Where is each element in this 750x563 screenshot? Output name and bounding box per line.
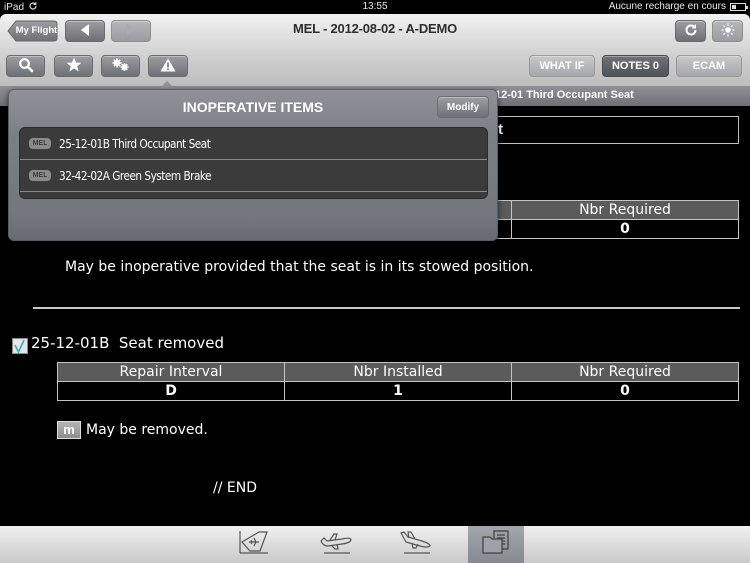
tab-takeoff[interactable] — [308, 526, 364, 563]
list-item-label: 32-42-02A Green System Brake — [59, 168, 212, 183]
list-item[interactable]: MEL 32-42-02A Green System Brake — [20, 160, 487, 192]
item-description: May be inoperative provided that the sea… — [65, 259, 534, 275]
top-toolbar: My Flight MEL - 2012-08-02 - A-DEMO WHAT… — [0, 14, 750, 86]
table-header-nbr-required: Nbr Required — [511, 362, 739, 382]
list-item-label: 25-12-01B Third Occupant Seat — [59, 136, 211, 151]
section-divider — [33, 307, 740, 309]
table-header-repair-interval: Repair Interval — [57, 362, 285, 382]
gears-icon — [112, 58, 130, 75]
section-header-title: 12-01 Third Occupant Seat — [495, 89, 634, 101]
sub-item-row: 25-12-01B Seat removed — [12, 332, 224, 354]
mel-tag: MEL — [29, 170, 51, 181]
list-item[interactable]: MEL 25-12-01B Third Occupant Seat — [20, 128, 487, 160]
table-cell-nbr-required: 0 — [511, 381, 739, 401]
table-cell-nbr-required: 0 — [511, 219, 739, 239]
ecam-label: ECAM — [692, 60, 726, 72]
sub-item-label: 25-12-01B Seat removed — [31, 334, 224, 352]
warning-icon — [160, 58, 176, 75]
notes-label: NOTES 0 — [611, 60, 660, 72]
settings-button[interactable] — [101, 55, 140, 77]
maintenance-badge[interactable]: m — [57, 421, 81, 439]
tab-documents[interactable] — [468, 526, 524, 563]
remark-text: May be removed. — [86, 422, 208, 438]
inoperative-items-popover: INOPERATIVE ITEMS Modify MEL 25-12-01B T… — [8, 89, 498, 241]
popover-title: INOPERATIVE ITEMS — [182, 99, 324, 115]
modify-label: Modify — [446, 101, 480, 113]
refresh-button[interactable] — [675, 20, 706, 42]
battery-icon — [730, 3, 748, 11]
inoperative-items-button[interactable] — [148, 55, 188, 77]
ecam-button[interactable]: ECAM — [676, 55, 742, 77]
end-marker: // END — [213, 480, 257, 496]
brightness-button[interactable] — [712, 20, 743, 42]
what-if-label: WHAT IF — [539, 60, 585, 72]
bottom-tab-bar — [0, 526, 750, 563]
favorites-button[interactable] — [54, 55, 93, 77]
table-cell-repair-interval: D — [57, 381, 285, 401]
mel-tag: MEL — [29, 138, 51, 149]
maintenance-remark: m May be removed. — [57, 421, 208, 439]
landing-icon — [398, 529, 434, 560]
takeoff-icon — [318, 529, 354, 560]
brightness-icon — [721, 23, 735, 40]
refresh-icon — [684, 23, 698, 40]
search-icon — [18, 57, 34, 76]
popover-arrow — [159, 81, 175, 89]
sub-item-requirements-table: Repair Interval Nbr Installed Nbr Requir… — [57, 362, 739, 401]
modify-button[interactable]: Modify — [437, 96, 489, 118]
star-icon — [66, 57, 82, 75]
inoperative-items-list: MEL 25-12-01B Third Occupant Seat MEL 32… — [19, 127, 488, 199]
what-if-button[interactable]: WHAT IF — [529, 55, 595, 77]
table-cell-nbr-installed: 1 — [284, 381, 512, 401]
table-header-nbr-installed: Nbr Installed — [284, 362, 512, 382]
status-bar: iPad 13:55 Aucune recharge en cours — [0, 0, 750, 14]
documents-icon — [480, 529, 512, 560]
tab-landing[interactable] — [388, 526, 444, 563]
charging-status: Aucune recharge en cours — [608, 1, 726, 12]
page-title: MEL - 2012-08-02 - A-DEMO — [292, 21, 458, 36]
sub-item-checkbox[interactable] — [12, 338, 28, 354]
tab-aircraft[interactable] — [226, 526, 282, 563]
table-header-nbr-required: Nbr Required — [511, 200, 739, 220]
checkmark-icon — [14, 339, 25, 354]
search-button[interactable] — [6, 55, 45, 77]
aircraft-tail-icon — [237, 529, 271, 560]
notes-button[interactable]: NOTES 0 — [602, 55, 669, 77]
